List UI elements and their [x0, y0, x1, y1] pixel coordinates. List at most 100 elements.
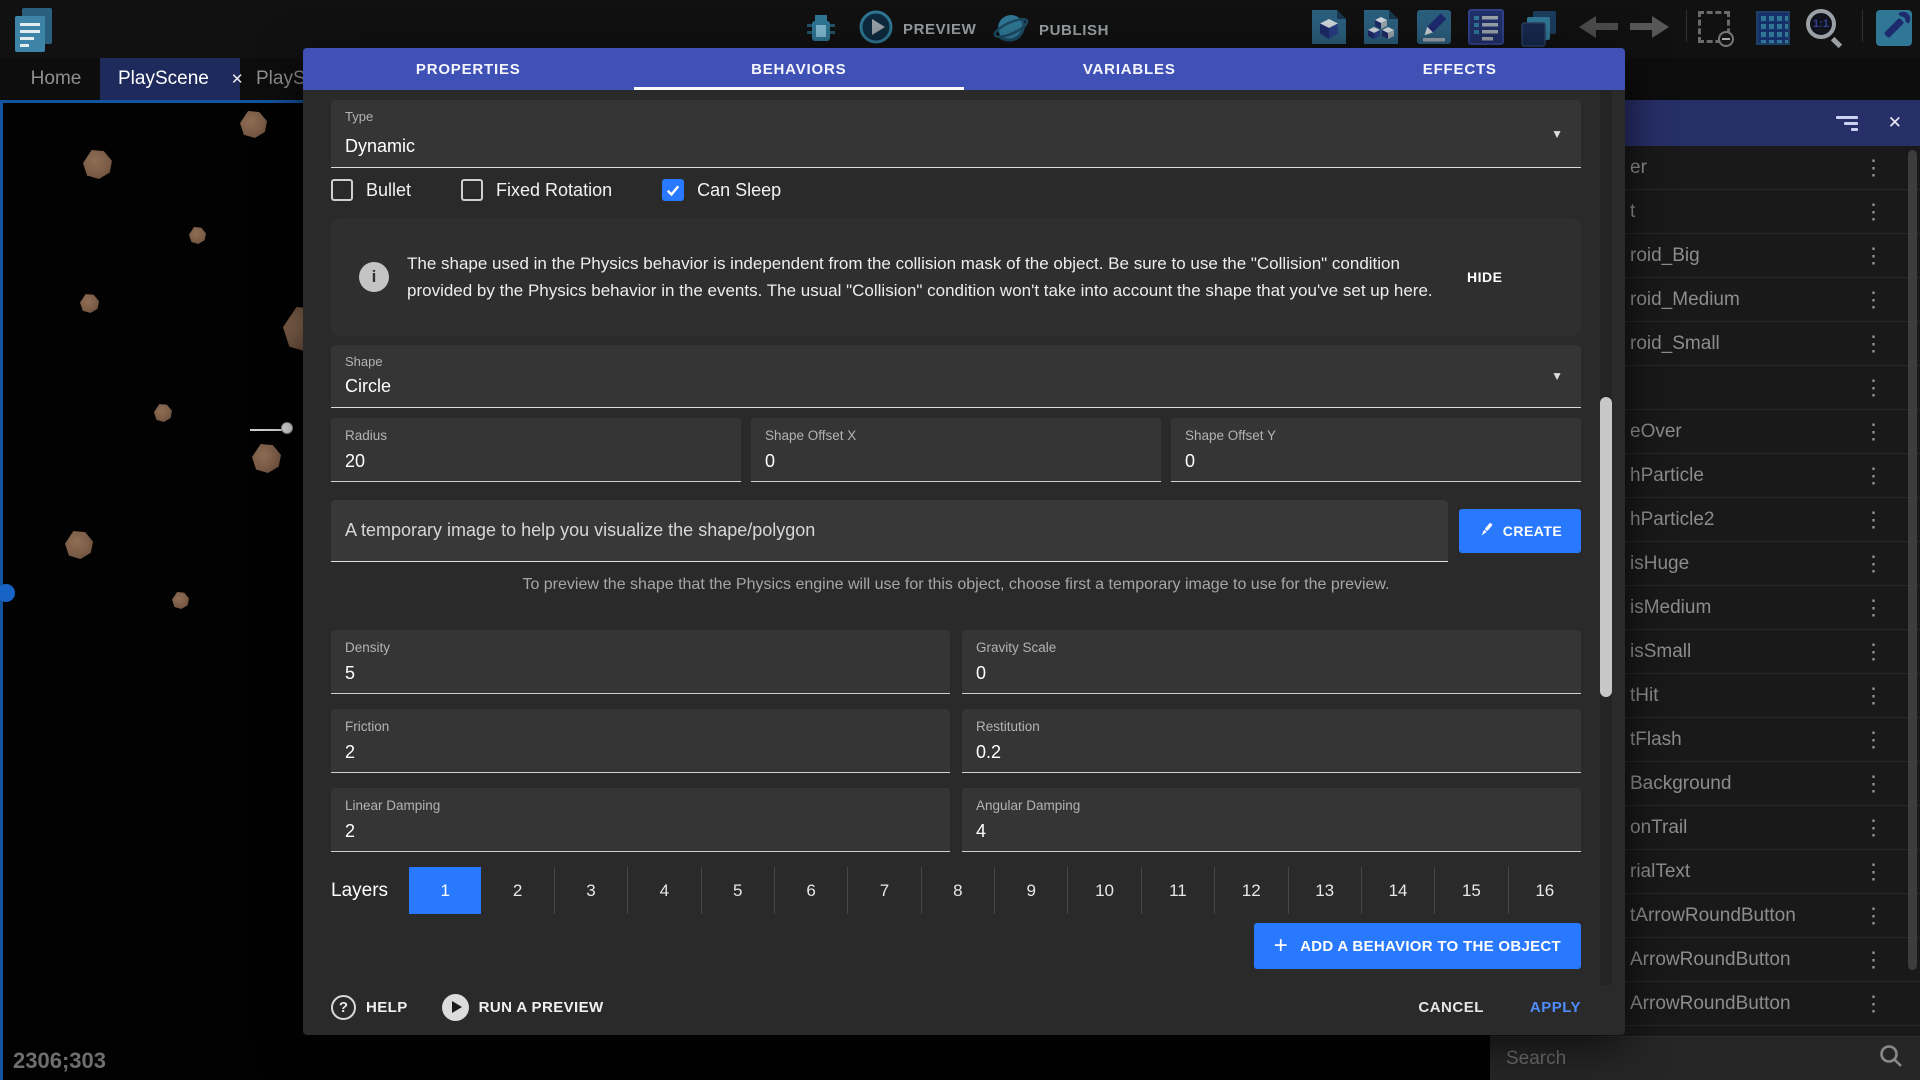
shape-select[interactable]: Shape Circle ▼: [331, 345, 1581, 408]
kebab-menu-icon[interactable]: ⋮: [1863, 729, 1884, 750]
layer-cell-8[interactable]: 8: [922, 867, 995, 914]
bullet-checkbox-box[interactable]: [331, 179, 353, 201]
open-properties-list-icon[interactable]: [1467, 8, 1505, 46]
density-field[interactable]: Density 5: [331, 630, 950, 694]
asteroid-sprite[interactable]: [80, 294, 99, 313]
can-sleep-checkbox-box[interactable]: [662, 179, 684, 201]
zoom-one-to-one-icon[interactable]: 1:1: [1806, 9, 1844, 47]
dialog-scrollbar-track[interactable]: [1600, 90, 1612, 985]
kebab-menu-icon[interactable]: ⋮: [1863, 817, 1884, 838]
temp-image-field[interactable]: A temporary image to help you visualize …: [331, 500, 1448, 562]
panel-close-icon[interactable]: ✕: [1888, 113, 1902, 133]
tab-variables[interactable]: VARIABLES: [964, 48, 1295, 90]
objects-panel-scrollbar[interactable]: [1908, 150, 1917, 970]
asteroid-sprite[interactable]: [172, 592, 189, 609]
tab-home[interactable]: Home: [12, 58, 100, 100]
layer-cell-6[interactable]: 6: [775, 867, 848, 914]
gravity-scale-field[interactable]: Gravity Scale 0: [962, 630, 1581, 694]
kebab-menu-icon[interactable]: ⋮: [1863, 289, 1884, 310]
type-select[interactable]: Type Dynamic ▼: [331, 100, 1581, 168]
scene-tools-icon[interactable]: [1874, 8, 1914, 48]
kebab-menu-icon[interactable]: ⋮: [1863, 245, 1884, 266]
publish-button[interactable]: PUBLISH: [992, 9, 1109, 52]
layer-cell-9[interactable]: 9: [995, 867, 1068, 914]
kebab-menu-icon[interactable]: ⋮: [1863, 509, 1884, 530]
shape-offset-y-field[interactable]: Shape Offset Y 0: [1171, 418, 1581, 482]
tab-effects[interactable]: EFFECTS: [1295, 48, 1626, 90]
deselect-mask-icon[interactable]: [1698, 11, 1730, 43]
kebab-menu-icon[interactable]: ⋮: [1863, 905, 1884, 926]
asteroid-sprite[interactable]: [65, 531, 93, 559]
layer-cell-2[interactable]: 2: [481, 867, 554, 914]
angular-damping-field[interactable]: Angular Damping 4: [962, 788, 1581, 852]
restitution-field[interactable]: Restitution 0.2: [962, 709, 1581, 773]
layer-cell-13[interactable]: 13: [1289, 867, 1362, 914]
layer-cell-10[interactable]: 10: [1068, 867, 1141, 914]
layer-cell-1[interactable]: 1: [409, 867, 481, 914]
search-input[interactable]: [1504, 1047, 1878, 1071]
kebab-menu-icon[interactable]: ⋮: [1863, 641, 1884, 662]
project-manager-icon[interactable]: [10, 6, 56, 54]
tab-playscene-events[interactable]: PlayS: [252, 58, 306, 100]
kebab-menu-icon[interactable]: ⋮: [1863, 861, 1884, 882]
filter-icon[interactable]: [1836, 113, 1858, 134]
layer-cell-16[interactable]: 16: [1509, 867, 1581, 914]
kebab-menu-icon[interactable]: ⋮: [1863, 597, 1884, 618]
kebab-menu-icon[interactable]: ⋮: [1863, 421, 1884, 442]
layer-cell-7[interactable]: 7: [848, 867, 921, 914]
asteroid-sprite[interactable]: [252, 444, 281, 473]
layer-cell-11[interactable]: 11: [1142, 867, 1215, 914]
grid-toggle-icon[interactable]: [1756, 11, 1790, 45]
apply-button[interactable]: APPLY: [1530, 999, 1581, 1016]
create-button[interactable]: CREATE: [1459, 509, 1581, 553]
tab-playscene[interactable]: PlayScene ✕: [100, 58, 240, 100]
preview-button[interactable]: PREVIEW: [858, 9, 976, 50]
asteroid-sprite[interactable]: [154, 404, 172, 422]
fixed-rotation-checkbox[interactable]: Fixed Rotation: [461, 179, 612, 201]
add-behavior-button[interactable]: + ADD A BEHAVIOR TO THE OBJECT: [1254, 923, 1581, 969]
asteroid-sprite[interactable]: [240, 111, 267, 138]
tab-behaviors[interactable]: BEHAVIORS: [634, 48, 965, 90]
layer-cell-12[interactable]: 12: [1215, 867, 1288, 914]
layers-panel-icon[interactable]: [1519, 8, 1559, 48]
layer-cell-3[interactable]: 3: [555, 867, 628, 914]
layer-cell-4[interactable]: 4: [628, 867, 701, 914]
kebab-menu-icon[interactable]: ⋮: [1863, 333, 1884, 354]
object-groups-icon[interactable]: [1362, 8, 1400, 46]
kebab-menu-icon[interactable]: ⋮: [1863, 465, 1884, 486]
help-button[interactable]: ? HELP: [331, 995, 408, 1020]
kebab-menu-icon[interactable]: ⋮: [1863, 949, 1884, 970]
run-preview-button[interactable]: RUN A PREVIEW: [442, 994, 604, 1021]
redo-icon[interactable]: [1628, 14, 1672, 44]
kebab-menu-icon[interactable]: ⋮: [1863, 157, 1884, 178]
bullet-checkbox[interactable]: Bullet: [331, 179, 411, 201]
shape-offset-x-field[interactable]: Shape Offset X 0: [751, 418, 1161, 482]
hide-button[interactable]: HIDE: [1467, 269, 1502, 285]
kebab-menu-icon[interactable]: ⋮: [1863, 685, 1884, 706]
undo-icon[interactable]: [1576, 14, 1620, 44]
particle-emitter-handle[interactable]: [281, 422, 293, 434]
layer-cell-14[interactable]: 14: [1362, 867, 1435, 914]
edit-scene-properties-icon[interactable]: [1415, 8, 1453, 46]
asteroid-sprite[interactable]: [189, 227, 206, 244]
dialog-scrollbar-thumb[interactable]: [1600, 397, 1612, 697]
kebab-menu-icon[interactable]: ⋮: [1863, 773, 1884, 794]
asteroid-sprite[interactable]: [83, 150, 112, 179]
scene-objects-icon[interactable]: [1310, 8, 1348, 46]
fixed-rotation-checkbox-box[interactable]: [461, 179, 483, 201]
layer-cell-15[interactable]: 15: [1435, 867, 1508, 914]
kebab-menu-icon[interactable]: ⋮: [1863, 993, 1884, 1014]
kebab-menu-icon[interactable]: ⋮: [1863, 553, 1884, 574]
tab-properties[interactable]: PROPERTIES: [303, 48, 634, 90]
cancel-button[interactable]: CANCEL: [1418, 999, 1484, 1016]
tab-close-icon[interactable]: ✕: [231, 70, 244, 88]
can-sleep-checkbox[interactable]: Can Sleep: [662, 179, 781, 201]
radius-field[interactable]: Radius 20: [331, 418, 741, 482]
linear-damping-field[interactable]: Linear Damping 2: [331, 788, 950, 852]
layer-cell-5[interactable]: 5: [702, 867, 775, 914]
friction-field[interactable]: Friction 2: [331, 709, 950, 773]
debugger-icon[interactable]: [806, 12, 838, 46]
kebab-menu-icon[interactable]: ⋮: [1863, 201, 1884, 222]
kebab-menu-icon[interactable]: ⋮: [1863, 377, 1884, 398]
object-label: tHit: [1630, 685, 1659, 707]
